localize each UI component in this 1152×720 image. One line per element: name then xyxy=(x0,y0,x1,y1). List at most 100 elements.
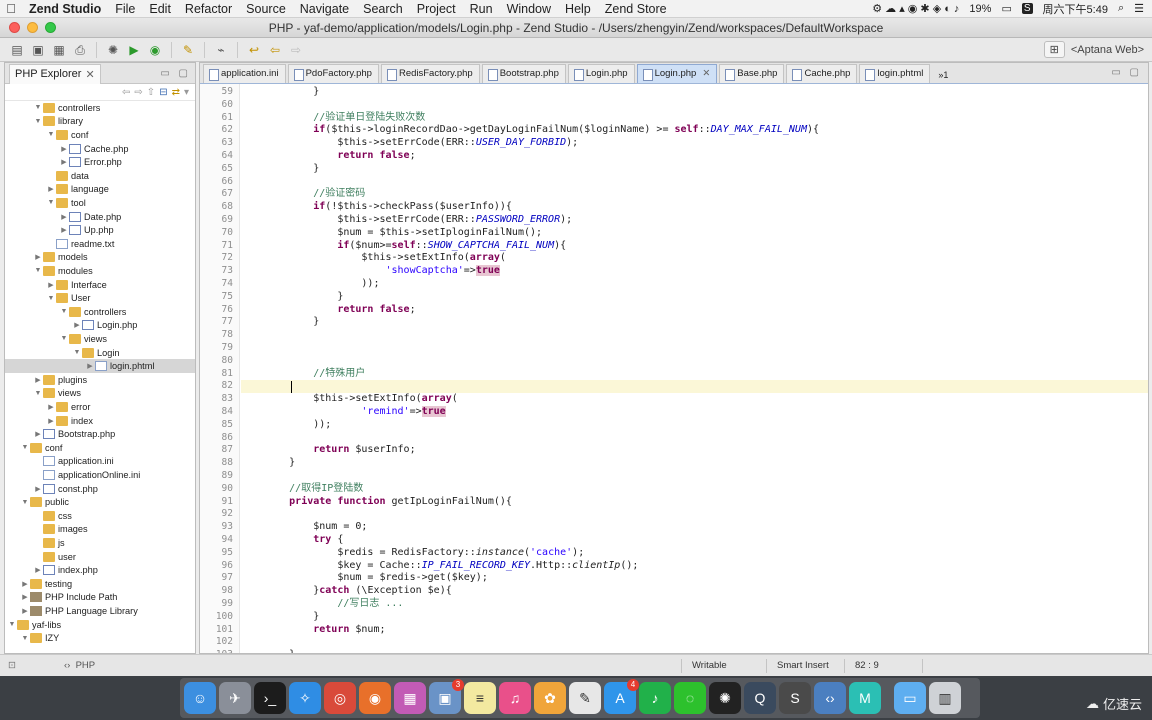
tree-item[interactable]: ▶ Cache.php xyxy=(5,142,195,156)
collapsed-arrow-icon[interactable]: ▶ xyxy=(46,417,56,425)
new-icon[interactable]: ▤ xyxy=(8,42,26,58)
expanded-arrow-icon[interactable]: ▼ xyxy=(33,267,43,274)
menu-project[interactable]: Project xyxy=(410,2,463,16)
view-menu-icon[interactable]: ▾ xyxy=(184,87,189,98)
editor-tab[interactable]: Cache.php xyxy=(786,64,858,83)
perspective-aptana-web[interactable]: <Aptana Web> xyxy=(1071,44,1144,56)
collapsed-arrow-icon[interactable]: ▶ xyxy=(33,253,43,261)
collapsed-arrow-icon[interactable]: ▶ xyxy=(20,593,30,601)
tree-item[interactable]: ▶ PHP Language Library xyxy=(5,604,195,618)
tree-item[interactable]: readme.txt xyxy=(5,237,195,251)
print-icon[interactable]: ⎙ xyxy=(71,42,89,58)
textedit-icon[interactable]: ✎ xyxy=(569,682,601,714)
quicktime-icon[interactable]: Q xyxy=(744,682,776,714)
expanded-arrow-icon[interactable]: ▼ xyxy=(72,349,82,356)
zoom-window-button[interactable] xyxy=(45,22,56,33)
battery-percent[interactable]: 19% xyxy=(969,3,991,15)
editor-tab[interactable]: PdoFactory.php xyxy=(287,64,379,83)
qq-music-icon[interactable]: ♪ xyxy=(639,682,671,714)
up-icon[interactable]: ⇧ xyxy=(147,87,155,98)
firefox-icon[interactable]: ◉ xyxy=(359,682,391,714)
notes-icon[interactable]: ≡ xyxy=(464,682,496,714)
menu-window[interactable]: Window xyxy=(500,2,558,16)
wechat-icon[interactable]: ◌ xyxy=(674,682,706,714)
forward-icon[interactable]: ⇨ xyxy=(287,42,305,58)
tree-item[interactable]: ▶ Interface xyxy=(5,278,195,292)
toggle-mark-icon[interactable]: ⌁ xyxy=(212,42,230,58)
tree-item[interactable]: ▶ Date.php xyxy=(5,210,195,224)
tree-item[interactable]: ▶ language xyxy=(5,183,195,197)
tree-item[interactable]: ▼ Login xyxy=(5,346,195,360)
tree-item[interactable]: application.ini xyxy=(5,455,195,469)
tree-item[interactable]: ▼ public xyxy=(5,495,195,509)
collapsed-arrow-icon[interactable]: ▶ xyxy=(33,485,43,493)
tree-item[interactable]: images xyxy=(5,523,195,537)
qq-icon[interactable]: ✺ xyxy=(709,682,741,714)
php-explorer-tab[interactable]: PHP Explorer ✕ xyxy=(9,63,101,84)
expanded-arrow-icon[interactable]: ▼ xyxy=(20,444,30,451)
tree-item[interactable]: ▶ plugins xyxy=(5,373,195,387)
collapsed-arrow-icon[interactable]: ▶ xyxy=(85,362,95,370)
tree-item[interactable]: ▶ index.php xyxy=(5,563,195,577)
tree-item[interactable]: ▼ yaf-libs xyxy=(5,618,195,632)
expanded-arrow-icon[interactable]: ▼ xyxy=(59,308,69,315)
tab-overflow-count[interactable]: »1 xyxy=(934,67,952,83)
tree-item[interactable]: ▶ models xyxy=(5,251,195,265)
menu-zend-store[interactable]: Zend Store xyxy=(598,2,674,16)
terminal-icon[interactable]: ›_ xyxy=(254,682,286,714)
tree-item[interactable]: ▶ Up.php xyxy=(5,223,195,237)
collapsed-arrow-icon[interactable]: ▶ xyxy=(20,580,30,588)
editor-tab[interactable]: login.phtml xyxy=(859,64,931,83)
run-icon[interactable]: ▶ xyxy=(125,42,143,58)
collapsed-arrow-icon[interactable]: ▶ xyxy=(33,566,43,574)
back-history-icon[interactable]: ⇦ xyxy=(266,42,284,58)
tree-item[interactable]: ▶ error xyxy=(5,400,195,414)
tree-item[interactable]: ▶ Bootstrap.php xyxy=(5,427,195,441)
app-grid-icon[interactable]: ▦ xyxy=(394,682,426,714)
menu-app-name[interactable]: Zend Studio xyxy=(22,2,108,16)
chrome-icon[interactable]: ◎ xyxy=(324,682,356,714)
expanded-arrow-icon[interactable]: ▼ xyxy=(7,621,17,628)
save-icon[interactable]: ▣ xyxy=(29,42,47,58)
trash-icon[interactable]: ▥ xyxy=(929,682,961,714)
tree-item[interactable]: applicationOnline.ini xyxy=(5,468,195,482)
menu-source[interactable]: Source xyxy=(239,2,293,16)
finder-icon[interactable]: ☺ xyxy=(184,682,216,714)
editor-tab[interactable]: RedisFactory.php xyxy=(380,64,480,83)
expanded-arrow-icon[interactable]: ▼ xyxy=(33,104,43,111)
menu-navigate[interactable]: Navigate xyxy=(293,2,356,16)
tree-item[interactable]: ▼ conf xyxy=(5,128,195,142)
minimize-window-button[interactable] xyxy=(27,22,38,33)
collapsed-arrow-icon[interactable]: ▶ xyxy=(72,321,82,329)
tree-item[interactable]: ▶ Error.php xyxy=(5,155,195,169)
menu-edit[interactable]: Edit xyxy=(142,2,178,16)
code-area[interactable]: 59 60 61 62 63 64 65 66 67 68 69 70 71 72 73 74 75 76 77 78… xyxy=(200,84,1148,653)
collapsed-arrow-icon[interactable]: ▶ xyxy=(59,158,69,166)
tree-item[interactable]: user xyxy=(5,550,195,564)
itunes-icon[interactable]: ♫ xyxy=(499,682,531,714)
collapsed-arrow-icon[interactable]: ▶ xyxy=(33,430,43,438)
open-perspective-icon[interactable]: ⊞ xyxy=(1043,41,1065,58)
debug-icon[interactable]: ✺ xyxy=(104,42,122,58)
collapsed-arrow-icon[interactable]: ▶ xyxy=(46,281,56,289)
tree-item[interactable]: ▶ Login.php xyxy=(5,319,195,333)
menu-refactor[interactable]: Refactor xyxy=(178,2,239,16)
editor-tab[interactable]: application.ini xyxy=(203,64,286,83)
tree-item[interactable]: ▼ IZY xyxy=(5,631,195,645)
tree-item[interactable]: ▼ tool xyxy=(5,196,195,210)
expanded-arrow-icon[interactable]: ▼ xyxy=(20,635,30,642)
forward-icon[interactable]: ⇨ xyxy=(134,87,142,98)
tree-item[interactable]: ▼ conf xyxy=(5,441,195,455)
collapsed-arrow-icon[interactable]: ▶ xyxy=(33,376,43,384)
tree-item[interactable]: ▼ views xyxy=(5,332,195,346)
tree-item[interactable]: css xyxy=(5,509,195,523)
preview-icon[interactable]: ▣ 3 xyxy=(429,679,464,714)
apple-menu-icon[interactable]:  xyxy=(0,1,22,16)
close-icon[interactable]: ✕ xyxy=(85,68,94,81)
expanded-arrow-icon[interactable]: ▼ xyxy=(46,295,56,302)
collapsed-arrow-icon[interactable]: ▶ xyxy=(59,145,69,153)
sublime-icon[interactable]: S xyxy=(779,682,811,714)
safari-icon[interactable]: ✧ xyxy=(289,682,321,714)
tree-item[interactable]: js xyxy=(5,536,195,550)
open-type-icon[interactable]: ✎ xyxy=(179,42,197,58)
